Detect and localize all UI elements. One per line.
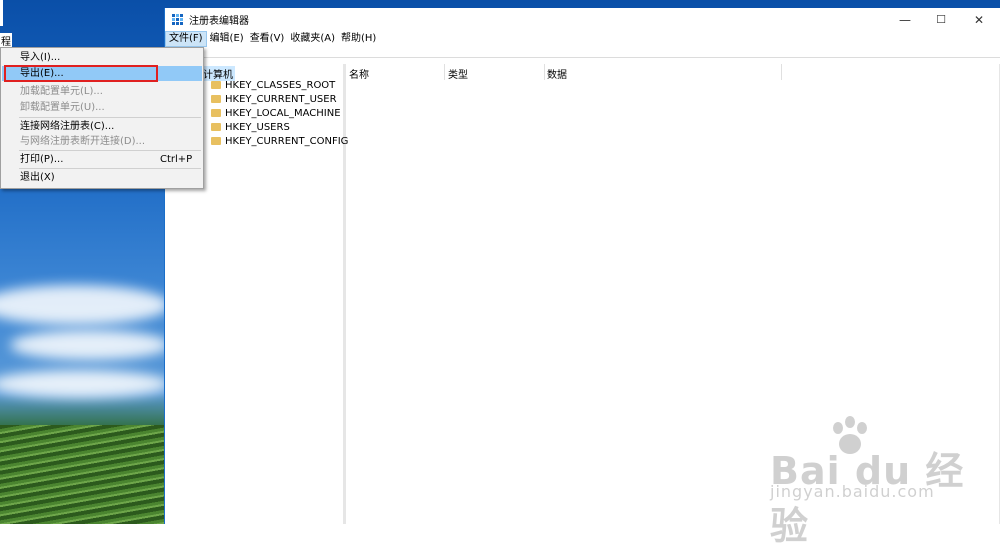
desktop-edge-item <box>0 0 3 26</box>
print-shortcut: Ctrl+P <box>160 154 193 165</box>
close-button[interactable]: ✕ <box>961 8 997 31</box>
minimize-button[interactable]: — <box>887 8 923 31</box>
column-divider[interactable] <box>781 64 782 80</box>
menu-disconnect-network-registry[interactable]: 与网络注册表断开连接(D)... <box>2 134 202 149</box>
window-title: 注册表编辑器 <box>189 16 249 27</box>
folder-icon <box>211 123 221 131</box>
menu-separator <box>19 168 201 169</box>
export-highlight-box <box>4 65 158 82</box>
folder-icon <box>211 95 221 103</box>
menu-print[interactable]: 打印(P)... Ctrl+P <box>2 152 202 167</box>
menu-connect-network-registry[interactable]: 连接网络注册表(C)... <box>2 119 202 134</box>
folder-icon <box>211 109 221 117</box>
column-header-data[interactable]: 数据 <box>547 66 567 81</box>
folder-icon <box>211 81 221 89</box>
menu-import[interactable]: 导入(I)... <box>2 50 202 65</box>
watermark-url: jingyan.baidu.com <box>770 482 935 501</box>
regedit-icon <box>171 14 183 26</box>
menu-bar: 文件(F) 编辑(E) 查看(V) 收藏夹(A) 帮助(H) <box>165 31 1000 47</box>
menu-separator <box>19 150 201 151</box>
menu-view[interactable]: 查看(V) <box>247 31 288 47</box>
desktop-label: 程 <box>0 33 12 48</box>
menu-favorites[interactable]: 收藏夹(A) <box>287 31 338 47</box>
menu-edit[interactable]: 编辑(E) <box>207 31 247 47</box>
cloud <box>0 370 170 398</box>
tree-node[interactable]: HKEY_CURRENT_USER <box>211 94 337 105</box>
menu-separator <box>19 117 201 118</box>
column-divider[interactable] <box>444 64 445 80</box>
folder-icon <box>211 137 221 145</box>
tree-node[interactable]: HKEY_CURRENT_CONFIG <box>211 136 348 147</box>
maximize-button[interactable]: ☐ <box>923 8 959 31</box>
file-menu-dropdown: 导入(I)... 导出(E)... 加载配置单元(L)... 卸载配置单元(U)… <box>0 47 204 189</box>
cloud <box>10 330 170 360</box>
vineyard-field <box>0 425 170 524</box>
cloud <box>0 285 170 325</box>
menu-file[interactable]: 文件(F) <box>165 31 207 47</box>
tree-node[interactable]: HKEY_LOCAL_MACHINE <box>211 108 341 119</box>
column-header-name[interactable]: 名称 <box>349 66 369 81</box>
baidu-watermark: Bai du 经验 jingyan.baidu.com <box>770 412 985 548</box>
menu-load-hive[interactable]: 加载配置单元(L)... <box>2 84 202 99</box>
title-bar[interactable]: 注册表编辑器 — ☐ ✕ <box>165 8 1000 31</box>
column-divider[interactable] <box>544 64 545 80</box>
menu-unload-hive[interactable]: 卸载配置单元(U)... <box>2 100 202 115</box>
address-bar[interactable] <box>165 47 1000 58</box>
tree-root-computer[interactable]: 计算机 <box>201 66 235 81</box>
tree-node[interactable]: HKEY_USERS <box>211 122 290 133</box>
column-header-type[interactable]: 类型 <box>448 66 468 81</box>
menu-help[interactable]: 帮助(H) <box>338 31 379 47</box>
tree-node[interactable]: HKEY_CLASSES_ROOT <box>211 80 335 91</box>
menu-exit[interactable]: 退出(X) <box>2 170 202 185</box>
